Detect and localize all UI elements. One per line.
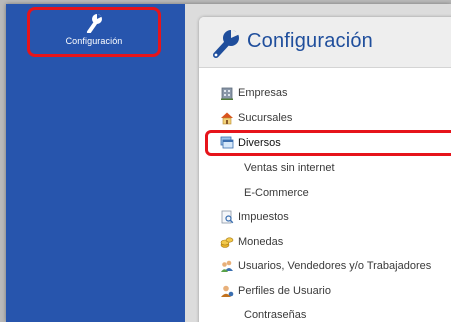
sidebar: Configuración <box>6 4 185 322</box>
menu-item-label: Perfiles de Usuario <box>238 284 331 297</box>
coins-icon <box>220 235 234 249</box>
panel-header: Configuración <box>199 17 451 68</box>
menu-item-e-commerce[interactable]: E-Commerce <box>199 181 451 206</box>
house-icon <box>220 111 234 125</box>
app-window: Configuración Configuración Empresas Suc… <box>6 4 451 322</box>
menu-item-diversos[interactable]: Diversos <box>205 130 451 156</box>
menu-item-label: Ventas sin internet <box>244 162 335 175</box>
menu-item-empresas[interactable]: Empresas <box>199 81 451 106</box>
menu-item-label: Sucursales <box>238 111 293 124</box>
menu-item-sucursales[interactable]: Sucursales <box>199 106 451 131</box>
menu-item-label: Impuestos <box>238 211 289 224</box>
building-icon <box>220 86 234 101</box>
menu-item-label: Contraseñas <box>244 309 307 322</box>
menu-item-monedas[interactable]: Monedas <box>199 230 451 255</box>
menu-item-label: Monedas <box>238 235 284 248</box>
menu-item-usuarios[interactable]: Usuarios, Vendedores y/o Trabajadores <box>199 254 451 279</box>
window-stack-icon <box>220 136 234 150</box>
config-menu: Empresas Sucursales Diversos Ventas sin … <box>199 81 451 322</box>
menu-item-impuestos[interactable]: Impuestos <box>199 205 451 230</box>
menu-item-label: E-Commerce <box>244 186 309 199</box>
menu-item-label: Usuarios, Vendedores y/o Trabajadores <box>238 260 432 273</box>
sidebar-item-label: Configuración <box>65 36 123 46</box>
user-profile-icon <box>220 284 234 298</box>
menu-item-perfiles[interactable]: Perfiles de Usuario <box>199 279 451 304</box>
page-title: Configuración <box>247 30 374 52</box>
wrench-icon <box>211 29 243 64</box>
users-icon <box>220 259 234 273</box>
config-panel: Configuración Empresas Sucursales Divers… <box>199 17 451 322</box>
menu-item-label: Empresas <box>238 87 288 100</box>
menu-item-label: Diversos <box>238 137 281 149</box>
document-search-icon <box>220 210 234 224</box>
menu-item-contrasenas[interactable]: Contraseñas <box>199 303 451 322</box>
sidebar-item-configuracion[interactable]: Configuración <box>30 10 158 54</box>
menu-item-ventas-sin-internet[interactable]: Ventas sin internet <box>199 156 451 181</box>
wrench-icon <box>85 13 103 34</box>
